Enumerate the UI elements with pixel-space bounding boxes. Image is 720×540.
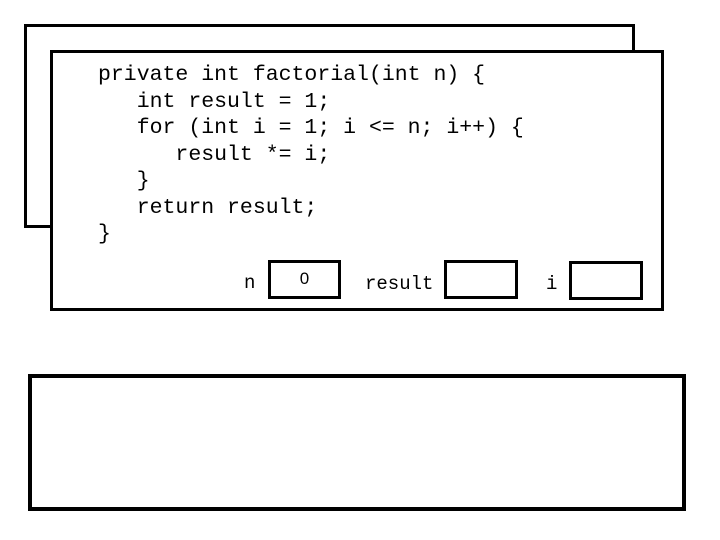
console-output-box — [28, 374, 686, 511]
code-listing: private int factorial(int n) { int resul… — [98, 62, 524, 248]
code-line: int result = 1; — [98, 89, 331, 114]
code-line: return result; — [98, 195, 318, 220]
variable-box-n: 0 — [268, 260, 341, 299]
code-line: } — [98, 169, 150, 193]
code-line: result *= i; — [98, 142, 331, 167]
variable-box-result — [444, 260, 518, 299]
variable-label-result: result — [365, 273, 434, 295]
code-line: private int factorial(int n) { — [98, 63, 486, 87]
variable-box-i — [569, 261, 643, 300]
variable-label-n: n — [244, 272, 256, 294]
code-line: } — [98, 222, 111, 246]
code-line: for (int i = 1; i <= n; i++) { — [98, 116, 524, 140]
variable-label-i: i — [546, 273, 558, 295]
